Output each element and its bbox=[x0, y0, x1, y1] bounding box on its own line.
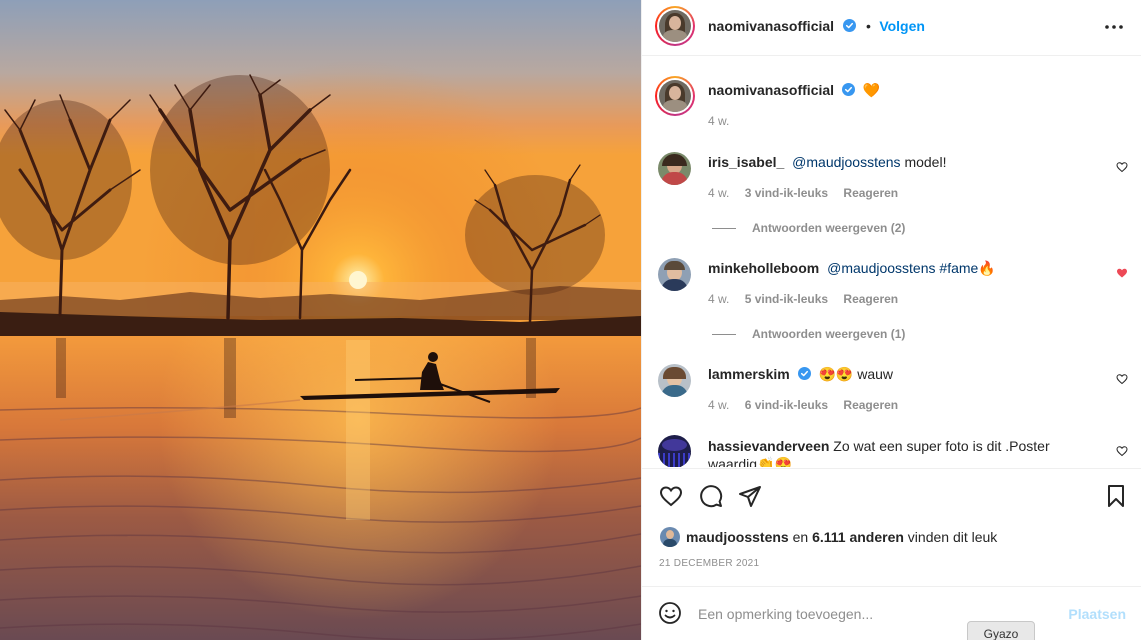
replies-rule bbox=[712, 334, 736, 336]
comment-age: 4 w. bbox=[708, 292, 730, 306]
comment-username[interactable]: minkeholleboom bbox=[708, 260, 819, 276]
likes-summary: maudjoosstens en 6.111 anderen vinden di… bbox=[660, 527, 997, 547]
comment-text: 🔥 bbox=[978, 260, 996, 276]
likes-suffix: vinden dit leuk bbox=[903, 529, 998, 545]
author-avatar[interactable] bbox=[655, 6, 695, 46]
post-comment-button[interactable]: Plaatsen bbox=[1068, 606, 1126, 622]
caption-username[interactable]: naomivanasofficial bbox=[708, 82, 834, 98]
comment-avatar[interactable] bbox=[658, 258, 691, 291]
likes-count[interactable]: 6.111 anderen bbox=[812, 529, 904, 545]
reply-button[interactable]: Reageren bbox=[843, 186, 898, 200]
comment-username[interactable]: lammerskim bbox=[708, 366, 790, 382]
add-comment-bar: Plaatsen bbox=[642, 586, 1141, 640]
emoji-smiley-icon[interactable] bbox=[658, 601, 682, 625]
comment-avatar[interactable] bbox=[658, 152, 691, 185]
liker-username[interactable]: maudjoosstens bbox=[686, 529, 789, 545]
verified-badge-icon bbox=[842, 19, 856, 32]
caption-meta: 4 w. bbox=[708, 114, 741, 128]
comment-meta: 4 w. 5 vind-ik-leuks Reageren bbox=[708, 292, 910, 306]
comment-line: hassievanderveen Zo wat een super foto i… bbox=[708, 437, 1102, 467]
post-detail-panel: naomivanasofficial • Volgen naomivanasof… bbox=[641, 0, 1141, 640]
comment-age: 4 w. bbox=[708, 398, 730, 412]
comment-like-heart-icon[interactable] bbox=[1116, 161, 1128, 173]
comment-hashtag[interactable]: #fame bbox=[936, 260, 978, 276]
likes-connector: en bbox=[788, 529, 813, 545]
comment-meta: 4 w. 3 vind-ik-leuks Reageren bbox=[708, 186, 910, 200]
post-actions: maudjoosstens en 6.111 anderen vinden di… bbox=[642, 468, 1141, 588]
verified-badge-icon bbox=[797, 367, 811, 380]
comment-mention[interactable]: @maudjoosstens bbox=[792, 154, 900, 170]
comment-line: lammerskim 😍😍 wauw bbox=[708, 365, 1102, 383]
view-replies-button[interactable]: Antwoorden weergeven (1) bbox=[712, 327, 905, 341]
sunrise-rowing-image bbox=[0, 0, 641, 640]
caption-age: 4 w. bbox=[708, 114, 730, 128]
comment-like-heart-icon[interactable] bbox=[1116, 373, 1128, 385]
caption-line: naomivanasofficial 🧡 bbox=[708, 81, 1102, 99]
verified-badge-icon bbox=[841, 83, 855, 96]
comment-username[interactable]: iris_isabel_ bbox=[708, 154, 784, 170]
comment-likes-count[interactable]: 5 vind-ik-leuks bbox=[745, 292, 828, 306]
separator-dot: • bbox=[865, 18, 871, 34]
comment-line: minkeholleboom @maudjoosstens #fame🔥 bbox=[708, 259, 1102, 277]
more-options-icon[interactable] bbox=[1104, 17, 1124, 37]
comment-text: model! bbox=[900, 154, 947, 170]
author-username[interactable]: naomivanasofficial bbox=[708, 18, 834, 34]
comment-like-heart-icon[interactable] bbox=[1116, 445, 1128, 457]
view-replies-label: Antwoorden weergeven (2) bbox=[752, 221, 906, 235]
follow-button[interactable]: Volgen bbox=[879, 18, 925, 34]
view-replies-button[interactable]: Antwoorden weergeven (2) bbox=[712, 221, 905, 235]
replies-rule bbox=[712, 228, 736, 230]
save-bookmark-icon[interactable] bbox=[1104, 484, 1128, 508]
comment-avatar[interactable] bbox=[658, 435, 691, 467]
gyazo-tab[interactable]: Gyazo bbox=[967, 621, 1035, 640]
reply-button[interactable]: Reageren bbox=[843, 292, 898, 306]
comment-meta: 4 w. 6 vind-ik-leuks Reageren bbox=[708, 398, 910, 412]
view-replies-label: Antwoorden weergeven (1) bbox=[752, 327, 906, 341]
comments-list[interactable]: naomivanasofficial 🧡 4 w. iris_isabel_ @… bbox=[642, 57, 1141, 467]
comment-age: 4 w. bbox=[708, 186, 730, 200]
reply-button[interactable]: Reageren bbox=[843, 398, 898, 412]
comment-avatar[interactable] bbox=[658, 364, 691, 397]
share-paper-plane-icon[interactable] bbox=[738, 484, 762, 508]
comment-likes-count[interactable]: 3 vind-ik-leuks bbox=[745, 186, 828, 200]
comment-username[interactable]: hassievanderveen bbox=[708, 438, 829, 454]
like-heart-icon[interactable] bbox=[659, 484, 683, 508]
caption-text: 🧡 bbox=[862, 82, 881, 98]
liker-avatar[interactable] bbox=[660, 527, 680, 547]
caption-avatar[interactable] bbox=[655, 76, 695, 116]
comment-text: 😍😍 wauw bbox=[818, 366, 894, 382]
comment-liked-heart-icon[interactable] bbox=[1116, 267, 1128, 279]
post-header: naomivanasofficial • Volgen bbox=[642, 0, 1141, 56]
comment-likes-count[interactable]: 6 vind-ik-leuks bbox=[745, 398, 828, 412]
post-date: 21 DECEMBER 2021 bbox=[659, 558, 760, 569]
post-photo bbox=[0, 0, 641, 640]
comment-line: iris_isabel_ @maudjoosstens model! bbox=[708, 153, 1102, 171]
comment-mention[interactable]: @maudjoosstens bbox=[827, 260, 935, 276]
comment-bubble-icon[interactable] bbox=[699, 484, 723, 508]
